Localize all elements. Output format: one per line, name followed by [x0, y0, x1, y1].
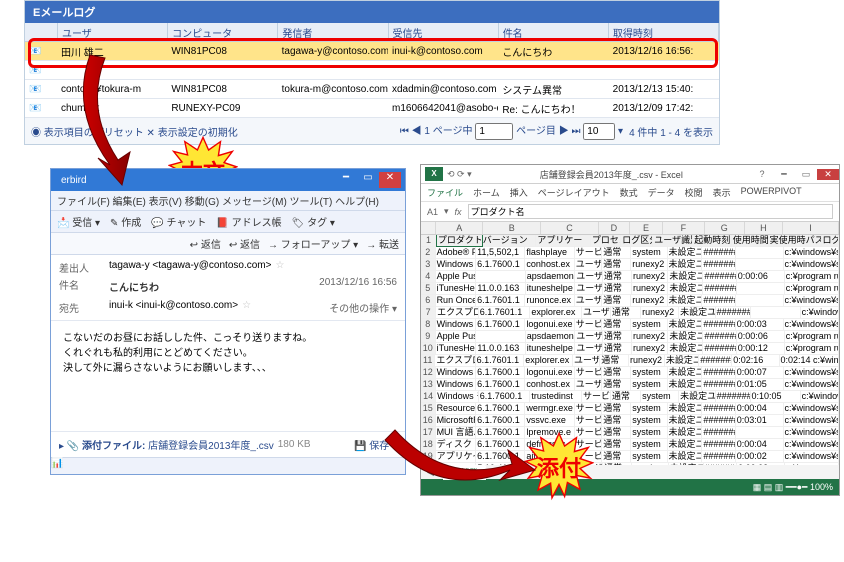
table-row[interactable]: 7エクスプロー6.1.7601.1explorer.exユーザ通常runexy2…	[421, 307, 839, 319]
mail-menu[interactable]: ファイル(F) 編集(E) 表示(V) 移動(G) メッセージ(M) ツール(T…	[51, 191, 405, 211]
attachment-bar[interactable]: ▸ 📎 添付ファイル: 店舗登録会員2013年度_.csv 180 KB 💾 保…	[51, 432, 405, 457]
table-row[interactable]: 14Windows モ6.1.7600.1trustedinstサービス通常sy…	[421, 391, 839, 403]
forward-button[interactable]: → 転送	[366, 236, 399, 251]
maximize-icon[interactable]: ▭	[357, 172, 379, 188]
email-log-panel: Eメールログ ユーザコンピュータ発信者受信先件名取得時刻 📧田川 雄二WIN81…	[24, 0, 720, 145]
excel-ribbon[interactable]: ファイルホーム挿入ページレイアウト数式データ校閲表示POWERPIVOT	[421, 184, 839, 202]
table-row[interactable]: 16MicrosoftR6.1.7600.1vssvc.exeサービス通常sys…	[421, 415, 839, 427]
table-row[interactable]: 8Windows ロ6.1.7600.1logonui.exeサービス通常sys…	[421, 319, 839, 331]
mail-toolbar[interactable]: 📩 受信 ▾ ✎ 作成 💬 チャット 📕 アドレス帳 🏷 タグ ▾	[51, 211, 405, 233]
email-log-row[interactable]: 📧chuma-kRUNEXY-PC09m1606642041@asobo-dea…	[25, 99, 719, 118]
followup-button[interactable]: → フォローアップ ▾	[268, 236, 358, 251]
minimize-icon[interactable]: ━	[773, 169, 795, 180]
table-row[interactable]: 13Windows コ6.1.7600.1conhost.exユーザ通常syst…	[421, 379, 839, 391]
address-button[interactable]: 📕 アドレス帳	[216, 214, 281, 229]
table-row[interactable]: 17MUI 言語パ6.1.7600.1lpremove.eサービス通常syste…	[421, 427, 839, 439]
table-row[interactable]: 5iTunesHelp11.0.0.163ituneshelpeユーザ通常run…	[421, 283, 839, 295]
sheet-tab[interactable]: 店舗登	[443, 465, 486, 480]
mail-toolbar2[interactable]: ↩ 返信 ↩ 返信 → フォローアップ ▾ → 転送	[51, 233, 405, 255]
compose-button[interactable]: ✎ 作成	[110, 214, 141, 229]
table-row[interactable]: 19アプリケイト6.1.7600.1aitagent.exサービス通常syste…	[421, 451, 839, 463]
email-log-row[interactable]: 📧	[25, 61, 719, 80]
page-input[interactable]	[475, 123, 513, 140]
formula-bar[interactable]: A1▾fx	[421, 202, 839, 222]
email-log-title: Eメールログ	[25, 1, 719, 23]
table-row[interactable]: 18ディスク デ6.1.7600.1defragsvc.サービス通常system…	[421, 439, 839, 451]
table-row[interactable]: 12Windows ロ6.1.7600.1logonui.exeサービス通常sy…	[421, 367, 839, 379]
pagesize-input[interactable]	[583, 123, 615, 140]
excel-statusbar: ▦ ▤ ▥ ━━●━ 100%	[421, 479, 839, 495]
formula-input[interactable]	[468, 204, 833, 219]
tag-button[interactable]: 🏷 タグ ▾	[292, 214, 335, 229]
replyall-button[interactable]: ↩ 返信	[229, 236, 260, 251]
other-ops[interactable]: その他の操作 ▾	[329, 300, 397, 315]
minimize-icon[interactable]: ━	[335, 172, 357, 188]
email-log-row[interactable]: 📧contoso¥tokura-mWIN81PC08tokura-m@conto…	[25, 80, 719, 99]
email-log-header: ユーザコンピュータ発信者受信先件名取得時刻	[25, 23, 719, 42]
table-row[interactable]: 11エクスプロー6.1.7601.1explorer.exユーザ通常runexy…	[421, 355, 839, 367]
burst-attach: 添付	[524, 432, 594, 502]
excel-icon: X	[425, 167, 443, 181]
table-row[interactable]: 6Run Once6.1.7601.1runonce.exユーザ通常runexy…	[421, 295, 839, 307]
table-row[interactable]: 3Windows コ6.1.7600.1conhost.exユーザ通常runex…	[421, 259, 839, 271]
excel-grid[interactable]: 1プロダクト名バージョンアプリケープロセスタログ区分ユーザ識別部門名起動時刻使用…	[421, 235, 839, 465]
table-row[interactable]: 2Adobe® Fla11,5,502,1flashplayeサービス通常sys…	[421, 247, 839, 259]
table-row[interactable]: 4Apple Pushapsdaemonユーザ通常runexy2未設定ユー###…	[421, 271, 839, 283]
table-row[interactable]: 15Resource a6.1.7600.1wermgr.exeサービス通常sy…	[421, 403, 839, 415]
close-icon[interactable]: ✕	[817, 169, 839, 180]
email-log-footer: ◉ 表示項目のプリセット ✕ 表示設定の初期化 ⏮ ◀ 1 ページ中 ページ目 …	[25, 118, 719, 144]
mail-titlebar[interactable]: erbird ━ ▭ ✕	[51, 169, 405, 191]
star-icon[interactable]: ☆	[275, 260, 284, 271]
maximize-icon[interactable]: ▭	[795, 169, 817, 180]
mail-statusbar: 📊	[51, 457, 405, 474]
mail-header: 差出人tagawa-y <tagawa-y@contoso.com>☆ 件名こん…	[51, 255, 405, 321]
help-icon[interactable]: ?	[751, 169, 773, 179]
email-log-row[interactable]: 📧田川 雄二WIN81PC08tagawa-y@contoso.cominui-…	[25, 42, 719, 61]
mail-window: erbird ━ ▭ ✕ ファイル(F) 編集(E) 表示(V) 移動(G) メ…	[50, 168, 406, 475]
receive-button[interactable]: 📩 受信 ▾	[57, 214, 100, 229]
table-row[interactable]: 9Apple Pushapsdaemonユーザ通常runexy2未設定ユー###…	[421, 331, 839, 343]
excel-titlebar[interactable]: X ⟲ ⟳ ▾ 店舗登録会員2013年度_.csv - Excel ? ━ ▭ …	[421, 165, 839, 184]
close-icon[interactable]: ✕	[379, 172, 401, 188]
table-row[interactable]: 10iTunesHelp11.0.0.163ituneshelpeユーザ通常ru…	[421, 343, 839, 355]
mail-body: こないだのお昼にお話しした件、こっそり送りますね。 くれぐれも私的利用にとどめて…	[51, 321, 405, 432]
table-row[interactable]: 1プロダクト名バージョンアプリケープロセスタログ区分ユーザ識別部門名起動時刻使用…	[421, 235, 839, 247]
col-header[interactable]: ABCDEFGHI	[421, 222, 839, 235]
excel-window: X ⟲ ⟳ ▾ 店舗登録会員2013年度_.csv - Excel ? ━ ▭ …	[420, 164, 840, 496]
reply-button[interactable]: ↩ 返信	[190, 236, 221, 251]
chat-button[interactable]: 💬 チャット	[151, 214, 206, 229]
